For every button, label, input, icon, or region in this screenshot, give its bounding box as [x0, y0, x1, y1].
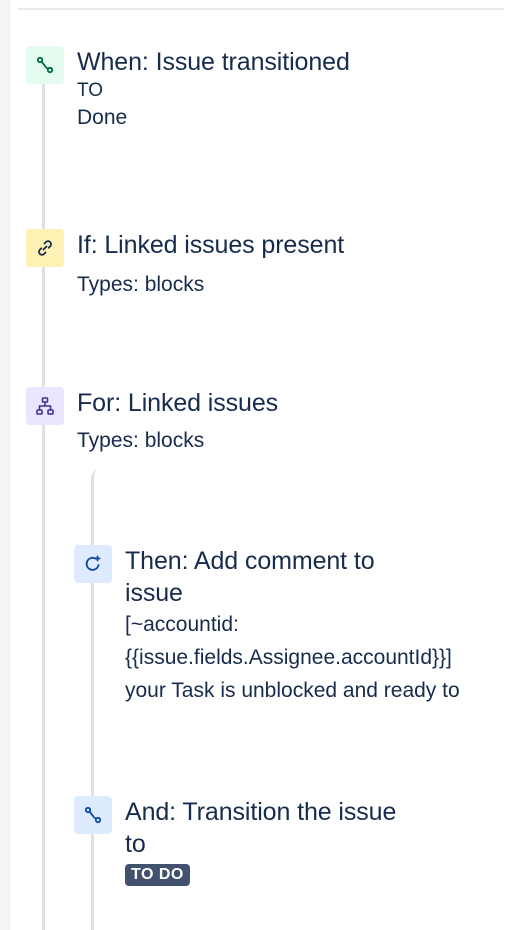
branch-title: For: Linked issues — [77, 389, 279, 417]
left-panel-edge — [0, 0, 10, 930]
comment-text-line2: {{issue.fields.Assignee.accountId}}] — [125, 646, 452, 669]
add-comment-action[interactable]: Then: Add comment to issue [~accountid: … — [74, 545, 460, 705]
comment-text-line3: your Task is unblocked and ready to — [125, 679, 460, 702]
transition-issue-action[interactable]: And: Transition the issue to TO DO — [74, 796, 396, 886]
branch-component[interactable]: For: Linked issues Types: blocks — [26, 387, 278, 455]
branch-detail: Types: blocks — [77, 429, 205, 452]
trigger-component[interactable]: When: Issue transitioned TO Done — [26, 46, 350, 132]
rule-flow-connector — [42, 78, 45, 930]
trigger-detail-prefix: TO — [77, 80, 104, 101]
add-comment-title-line1: Then: Add comment to — [125, 547, 375, 575]
transition-icon — [26, 46, 64, 84]
condition-title: If: Linked issues present — [77, 231, 345, 259]
divider — [18, 8, 504, 10]
hierarchy-icon — [26, 387, 64, 425]
transition-title-line2: to — [125, 830, 146, 858]
condition-component[interactable]: If: Linked issues present Types: blocks — [26, 229, 344, 299]
transition-title-line1: And: Transition the issue — [125, 798, 397, 826]
link-icon — [26, 229, 64, 267]
comment-text-line1: [~accountid: — [125, 613, 239, 636]
add-comment-title-line2: issue — [125, 579, 183, 607]
transition-icon — [74, 796, 112, 834]
trigger-detail-value: Done — [77, 106, 128, 129]
condition-detail: Types: blocks — [77, 273, 205, 296]
status-lozenge: TO DO — [125, 864, 190, 886]
comment-refresh-icon — [74, 545, 112, 583]
trigger-title: When: Issue transitioned — [77, 48, 350, 76]
